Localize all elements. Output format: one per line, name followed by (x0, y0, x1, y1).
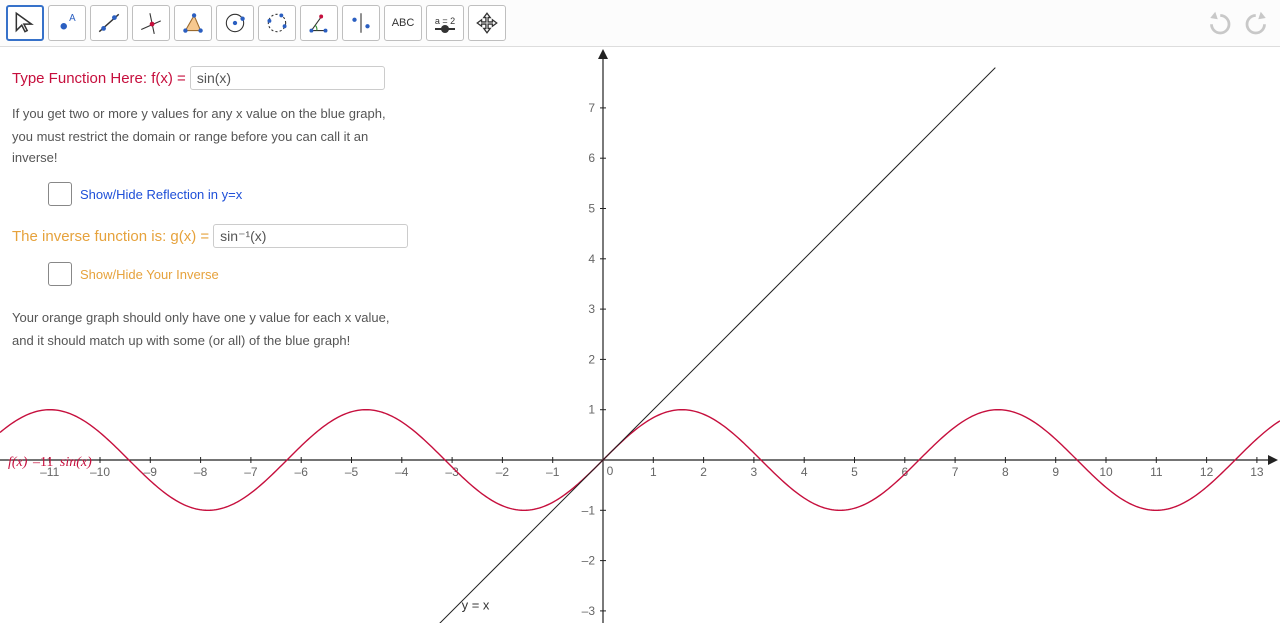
reflect-tool[interactable] (342, 5, 380, 41)
line-tool[interactable] (90, 5, 128, 41)
circle-tool[interactable] (216, 5, 254, 41)
svg-text:8: 8 (1002, 465, 1009, 479)
svg-text:–5: –5 (345, 465, 359, 479)
f-label: f(x) –11 sin(x) (8, 455, 92, 470)
svg-text:4: 4 (588, 252, 595, 266)
svg-text:4: 4 (801, 465, 808, 479)
y-equals-x-line (437, 68, 995, 623)
svg-text:–4: –4 (395, 465, 409, 479)
redo-button[interactable] (1240, 8, 1274, 38)
svg-text:–3: –3 (582, 604, 596, 618)
hint-1b: you must restrict the domain or range be… (12, 127, 412, 169)
svg-text:–6: –6 (295, 465, 309, 479)
svg-text:7: 7 (588, 101, 595, 115)
svg-text:5: 5 (588, 202, 595, 216)
svg-text:6: 6 (588, 151, 595, 165)
hint-2b: and it should match up with some (or all… (12, 331, 412, 352)
svg-text:–10: –10 (90, 465, 110, 479)
undo-button[interactable] (1202, 8, 1236, 38)
move-view-tool[interactable] (468, 5, 506, 41)
svg-text:2: 2 (700, 465, 707, 479)
point-tool[interactable]: A (48, 5, 86, 41)
inverse-label: Show/Hide Your Inverse (80, 267, 219, 282)
svg-text:2: 2 (588, 352, 595, 366)
svg-text:–7: –7 (244, 465, 258, 479)
svg-text:A: A (69, 13, 76, 24)
move-tool[interactable] (6, 5, 44, 41)
gx-input[interactable] (213, 224, 408, 248)
svg-text:3: 3 (751, 465, 758, 479)
gx-prompt: The inverse function is: g(x) = (12, 228, 209, 245)
control-panel: Type Function Here: f(x) = If you get tw… (12, 66, 412, 352)
polygon-tool[interactable] (174, 5, 212, 41)
svg-text:–2: –2 (496, 465, 510, 479)
text-tool[interactable]: ABC (384, 5, 422, 41)
fx-input[interactable] (190, 66, 385, 90)
svg-text:10: 10 (1099, 465, 1113, 479)
y-equals-x-label: y = x (462, 597, 490, 612)
svg-text:13: 13 (1250, 465, 1264, 479)
fx-prompt: Type Function Here: f(x) = (12, 70, 186, 87)
toolbar: A ABC a = 2 (0, 0, 1280, 47)
svg-text:–1: –1 (582, 503, 596, 517)
svg-text:7: 7 (952, 465, 959, 479)
svg-text:9: 9 (1052, 465, 1059, 479)
svg-text:12: 12 (1200, 465, 1214, 479)
svg-text:3: 3 (588, 302, 595, 316)
angle-tool[interactable] (300, 5, 338, 41)
conic-tool[interactable] (258, 5, 296, 41)
text-tool-label: ABC (392, 17, 415, 29)
perpendicular-tool[interactable] (132, 5, 170, 41)
slider-tool[interactable]: a = 2 (426, 5, 464, 41)
svg-text:–1: –1 (546, 465, 560, 479)
reflection-checkbox[interactable] (48, 182, 72, 206)
svg-text:1: 1 (650, 465, 657, 479)
svg-text:0: 0 (607, 464, 614, 478)
svg-text:–8: –8 (194, 465, 208, 479)
hint-1a: If you get two or more y values for any … (12, 104, 412, 125)
inverse-checkbox[interactable] (48, 262, 72, 286)
svg-text:1: 1 (588, 403, 595, 417)
svg-text:–2: –2 (582, 554, 596, 568)
reflection-label: Show/Hide Reflection in y=x (80, 187, 242, 202)
svg-text:5: 5 (851, 465, 858, 479)
svg-text:11: 11 (1150, 465, 1163, 479)
hint-2a: Your orange graph should only have one y… (12, 308, 412, 329)
